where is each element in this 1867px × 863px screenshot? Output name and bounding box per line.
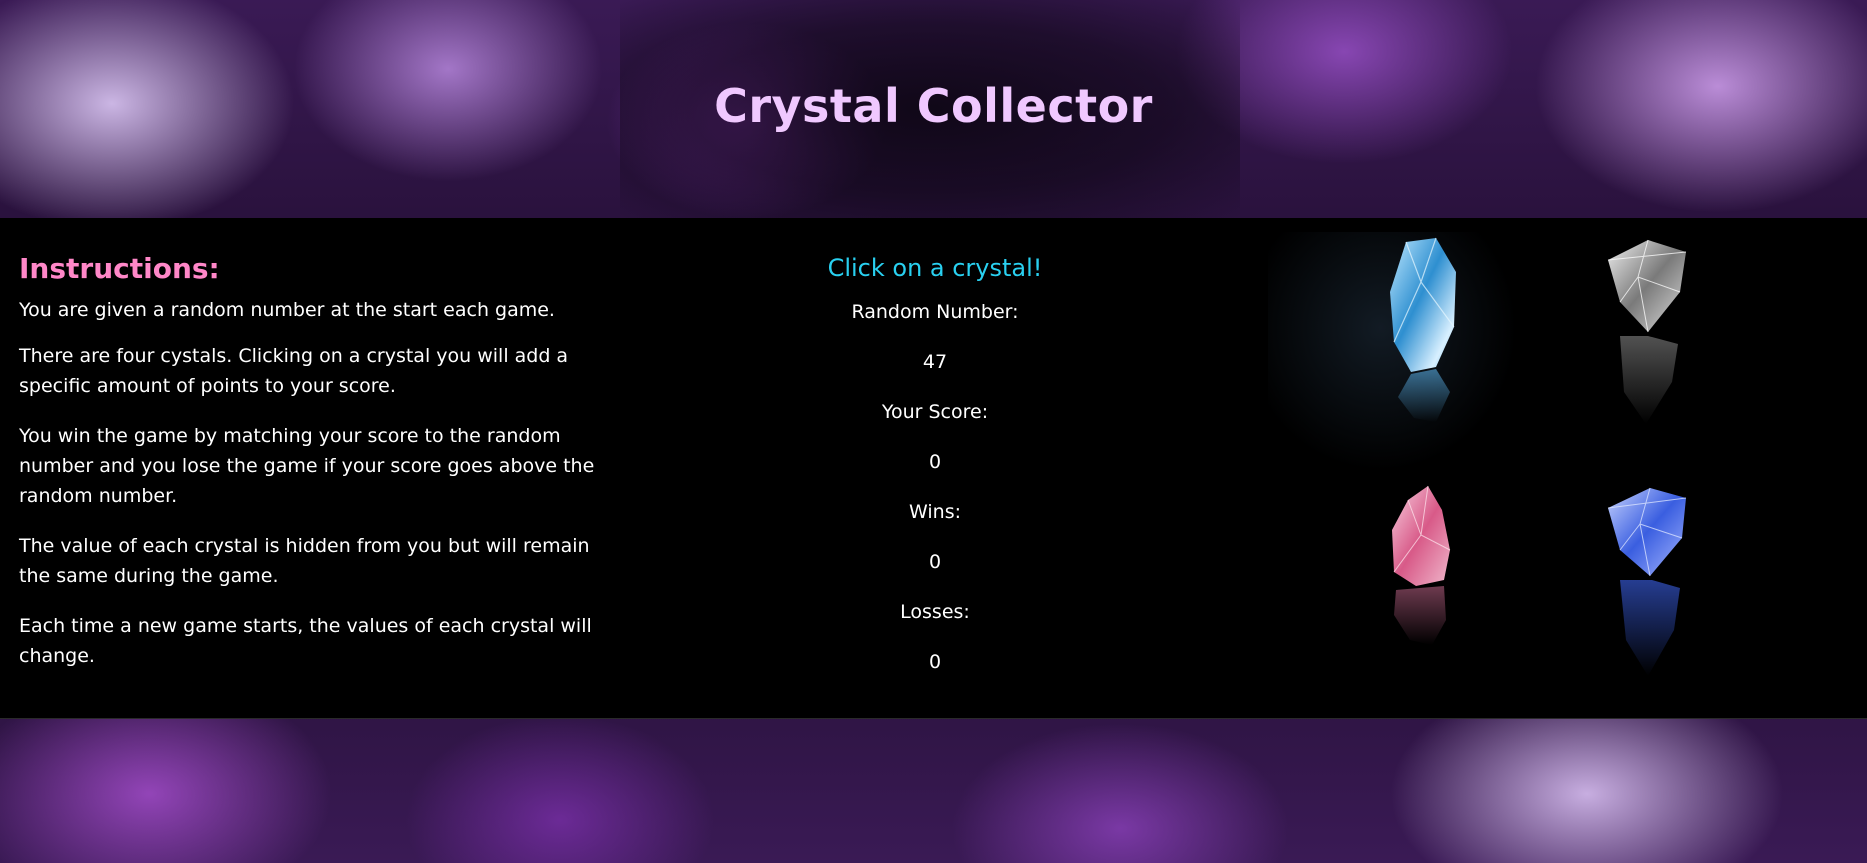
instruction-paragraph: You win the game by matching your score … <box>19 425 595 507</box>
instructions-heading: Instructions: <box>19 252 220 285</box>
wins-label: Wins: <box>909 501 961 523</box>
score-value: 0 <box>928 451 942 473</box>
blue-crystal-icon <box>1390 237 1456 422</box>
instructions-section: Instructions: You are given a random num… <box>19 252 609 691</box>
instruction-paragraph: The value of each crystal is hidden from… <box>19 535 590 587</box>
sapphire-crystal-icon <box>1607 487 1687 676</box>
instruction-paragraph: Each time a new game starts, the values … <box>19 615 592 667</box>
scoreboard: Click on a crystal! Random Number: 47 Yo… <box>735 254 1135 700</box>
blue-crystal-button[interactable] <box>1366 232 1476 442</box>
header-banner: Crystal Collector <box>0 0 1867 218</box>
click-prompt: Click on a crystal! <box>827 254 1043 282</box>
wins-value: 0 <box>928 551 942 573</box>
clear-crystal-icon <box>1607 239 1687 424</box>
pink-crystal-button[interactable] <box>1366 480 1476 690</box>
random-number-label: Random Number: <box>851 301 1019 323</box>
random-number-value: 47 <box>922 351 948 373</box>
score-label: Your Score: <box>881 401 989 423</box>
crystal-grid <box>1268 232 1728 702</box>
page-title: Crystal Collector <box>714 79 1153 133</box>
instruction-paragraph: You are given a random number at the sta… <box>19 299 555 321</box>
instruction-paragraph: There are four cystals. Clicking on a cr… <box>19 345 569 397</box>
game-panel: Instructions: You are given a random num… <box>0 218 1867 719</box>
pink-crystal-icon <box>1392 485 1451 645</box>
sapphire-crystal-button[interactable] <box>1588 480 1698 690</box>
clear-crystal-button[interactable] <box>1588 232 1698 442</box>
losses-value: 0 <box>928 651 942 673</box>
losses-label: Losses: <box>900 601 970 623</box>
